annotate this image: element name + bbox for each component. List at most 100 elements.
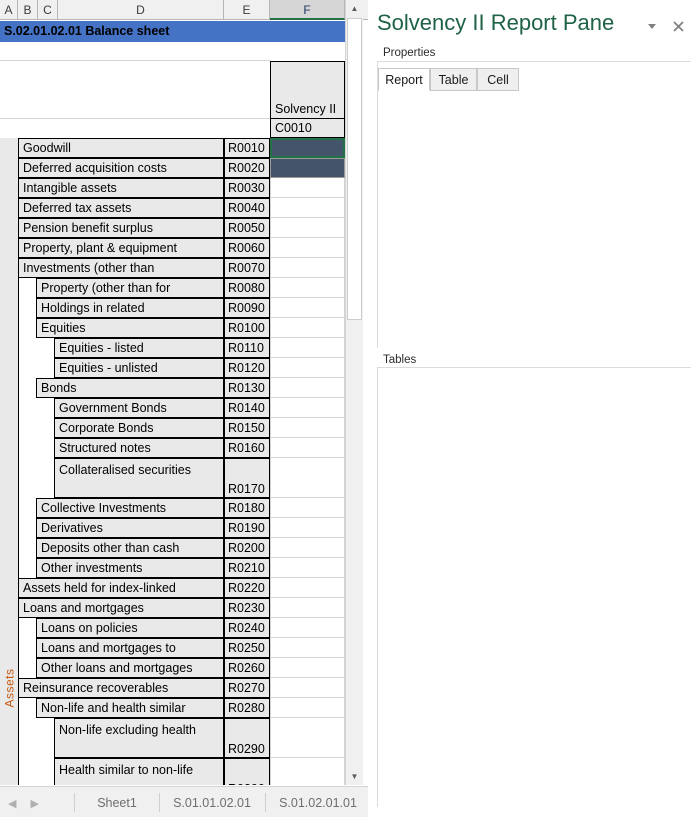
row-value-cell[interactable] xyxy=(270,158,345,178)
table-row[interactable]: Loans and mortgagesR0230 xyxy=(0,598,351,618)
table-row[interactable]: Other investmentsR0210 xyxy=(0,558,351,578)
row-value-cell[interactable] xyxy=(270,718,345,758)
row-value-cell[interactable] xyxy=(270,698,345,718)
sheet-tab-2[interactable]: S.01.01.02.01 xyxy=(159,792,265,814)
table-row[interactable]: Structured notesR0160 xyxy=(0,438,351,458)
row-value-cell[interactable] xyxy=(270,498,345,518)
triangle-right-icon[interactable]: ▶ xyxy=(30,797,38,810)
row-label-cell[interactable]: Holdings in related xyxy=(36,298,224,318)
tab-cell[interactable]: Cell xyxy=(477,68,519,91)
table-row[interactable]: Pension benefit surplusR0050 xyxy=(0,218,351,238)
row-code-cell[interactable]: R0280 xyxy=(224,698,270,718)
row-code-cell[interactable]: R0100 xyxy=(224,318,270,338)
row-label-cell[interactable]: Derivatives xyxy=(36,518,224,538)
row-value-cell[interactable] xyxy=(270,758,345,785)
row-value-cell[interactable] xyxy=(270,178,345,198)
row-label-cell[interactable]: Non-life excluding health xyxy=(54,718,224,758)
row-label-cell[interactable]: Reinsurance recoverables xyxy=(18,678,224,698)
row-value-cell[interactable] xyxy=(270,198,345,218)
row-code-cell[interactable]: R0190 xyxy=(224,518,270,538)
table-row[interactable]: Non-life and health similarR0280 xyxy=(0,698,351,718)
row-label-cell[interactable]: Assets held for index-linked xyxy=(18,578,224,598)
table-row[interactable]: Holdings in relatedR0090 xyxy=(0,298,351,318)
table-row[interactable]: Collateralised securitiesR0170 xyxy=(0,458,351,498)
row-label-cell[interactable]: Health similar to non-life xyxy=(54,758,224,785)
row-code-cell[interactable]: R0230 xyxy=(224,598,270,618)
row-label-cell[interactable]: Collateralised securities xyxy=(54,458,224,498)
table-row[interactable]: EquitiesR0100 xyxy=(0,318,351,338)
row-code-cell[interactable]: R0140 xyxy=(224,398,270,418)
row-label-cell[interactable]: Corporate Bonds xyxy=(54,418,224,438)
table-row[interactable]: Loans on policiesR0240 xyxy=(0,618,351,638)
row-value-cell[interactable] xyxy=(270,358,345,378)
table-row[interactable]: Corporate BondsR0150 xyxy=(0,418,351,438)
sheet-title-cell[interactable]: S.02.01.02.01 Balance sheet xyxy=(0,21,345,42)
row-label-cell[interactable]: Deferred acquisition costs xyxy=(18,158,224,178)
row-code-cell[interactable]: R0260 xyxy=(224,658,270,678)
row-code-cell[interactable]: R0200 xyxy=(224,538,270,558)
table-row[interactable]: Equities - unlistedR0120 xyxy=(0,358,351,378)
row-label-cell[interactable]: Collective Investments xyxy=(36,498,224,518)
row-code-cell[interactable]: R0040 xyxy=(224,198,270,218)
column-header-f[interactable]: F xyxy=(270,0,345,20)
row-label-cell[interactable]: Bonds xyxy=(36,378,224,398)
table-row[interactable]: Intangible assetsR0030 xyxy=(0,178,351,198)
triangle-left-icon[interactable]: ◀ xyxy=(8,797,16,810)
table-row[interactable]: BondsR0130 xyxy=(0,378,351,398)
row-code-cell[interactable]: R0180 xyxy=(224,498,270,518)
row-label-cell[interactable]: Deferred tax assets xyxy=(18,198,224,218)
row-code-cell[interactable]: R0250 xyxy=(224,638,270,658)
column-caption-cell[interactable]: Solvency II xyxy=(270,61,345,119)
sheet-nav-buttons[interactable]: ◀ ▶ xyxy=(4,793,78,813)
row-code-cell[interactable]: R0130 xyxy=(224,378,270,398)
row-label-cell[interactable]: Equities - unlisted xyxy=(54,358,224,378)
table-row[interactable]: Deferred tax assetsR0040 xyxy=(0,198,351,218)
chevron-down-icon[interactable] xyxy=(642,16,662,36)
sheet-tab-3[interactable]: S.01.02.01.01 xyxy=(265,792,368,814)
row-code-cell[interactable]: R0300 xyxy=(224,758,270,785)
row-value-cell[interactable] xyxy=(270,298,345,318)
row-value-cell[interactable] xyxy=(270,678,345,698)
row-label-cell[interactable]: Equities xyxy=(36,318,224,338)
row-value-cell[interactable] xyxy=(270,578,345,598)
row-value-cell[interactable] xyxy=(270,518,345,538)
column-code-cell[interactable]: C0010 xyxy=(270,119,345,138)
row-value-cell[interactable] xyxy=(270,258,345,278)
column-header-d[interactable]: D xyxy=(58,0,224,20)
row-label-cell[interactable]: Goodwill xyxy=(18,138,224,158)
table-row[interactable]: Deferred acquisition costsR0020 xyxy=(0,158,351,178)
row-value-cell[interactable] xyxy=(270,218,345,238)
row-code-cell[interactable]: R0220 xyxy=(224,578,270,598)
row-code-cell[interactable]: R0290 xyxy=(224,718,270,758)
tab-table[interactable]: Table xyxy=(430,68,477,91)
row-label-cell[interactable]: Government Bonds xyxy=(54,398,224,418)
table-row[interactable]: Property (other than forR0080 xyxy=(0,278,351,298)
row-label-cell[interactable]: Investments (other than xyxy=(18,258,224,278)
tab-report[interactable]: Report xyxy=(378,68,430,91)
scrollbar-thumb[interactable] xyxy=(347,18,362,320)
close-icon[interactable] xyxy=(668,16,688,36)
table-row[interactable]: Collective InvestmentsR0180 xyxy=(0,498,351,518)
row-code-cell[interactable]: R0010 xyxy=(224,138,270,158)
row-label-cell[interactable]: Property (other than for xyxy=(36,278,224,298)
row-code-cell[interactable]: R0030 xyxy=(224,178,270,198)
column-header-e[interactable]: E xyxy=(224,0,270,20)
row-label-cell[interactable]: Non-life and health similar xyxy=(36,698,224,718)
row-code-cell[interactable]: R0150 xyxy=(224,418,270,438)
row-code-cell[interactable]: R0120 xyxy=(224,358,270,378)
row-code-cell[interactable]: R0060 xyxy=(224,238,270,258)
row-label-cell[interactable]: Other loans and mortgages xyxy=(36,658,224,678)
row-value-cell[interactable] xyxy=(270,438,345,458)
row-value-cell[interactable] xyxy=(270,378,345,398)
scroll-down-icon[interactable]: ▼ xyxy=(346,768,363,785)
row-label-cell[interactable]: Deposits other than cash xyxy=(36,538,224,558)
row-value-cell[interactable] xyxy=(270,398,345,418)
row-code-cell[interactable]: R0020 xyxy=(224,158,270,178)
row-code-cell[interactable]: R0070 xyxy=(224,258,270,278)
scroll-up-icon[interactable]: ▲ xyxy=(346,0,363,17)
row-code-cell[interactable]: R0240 xyxy=(224,618,270,638)
table-row[interactable]: Government BondsR0140 xyxy=(0,398,351,418)
table-row[interactable]: Other loans and mortgagesR0260 xyxy=(0,658,351,678)
table-row[interactable]: Non-life excluding healthR0290 xyxy=(0,718,351,758)
table-row[interactable]: Investments (other thanR0070 xyxy=(0,258,351,278)
